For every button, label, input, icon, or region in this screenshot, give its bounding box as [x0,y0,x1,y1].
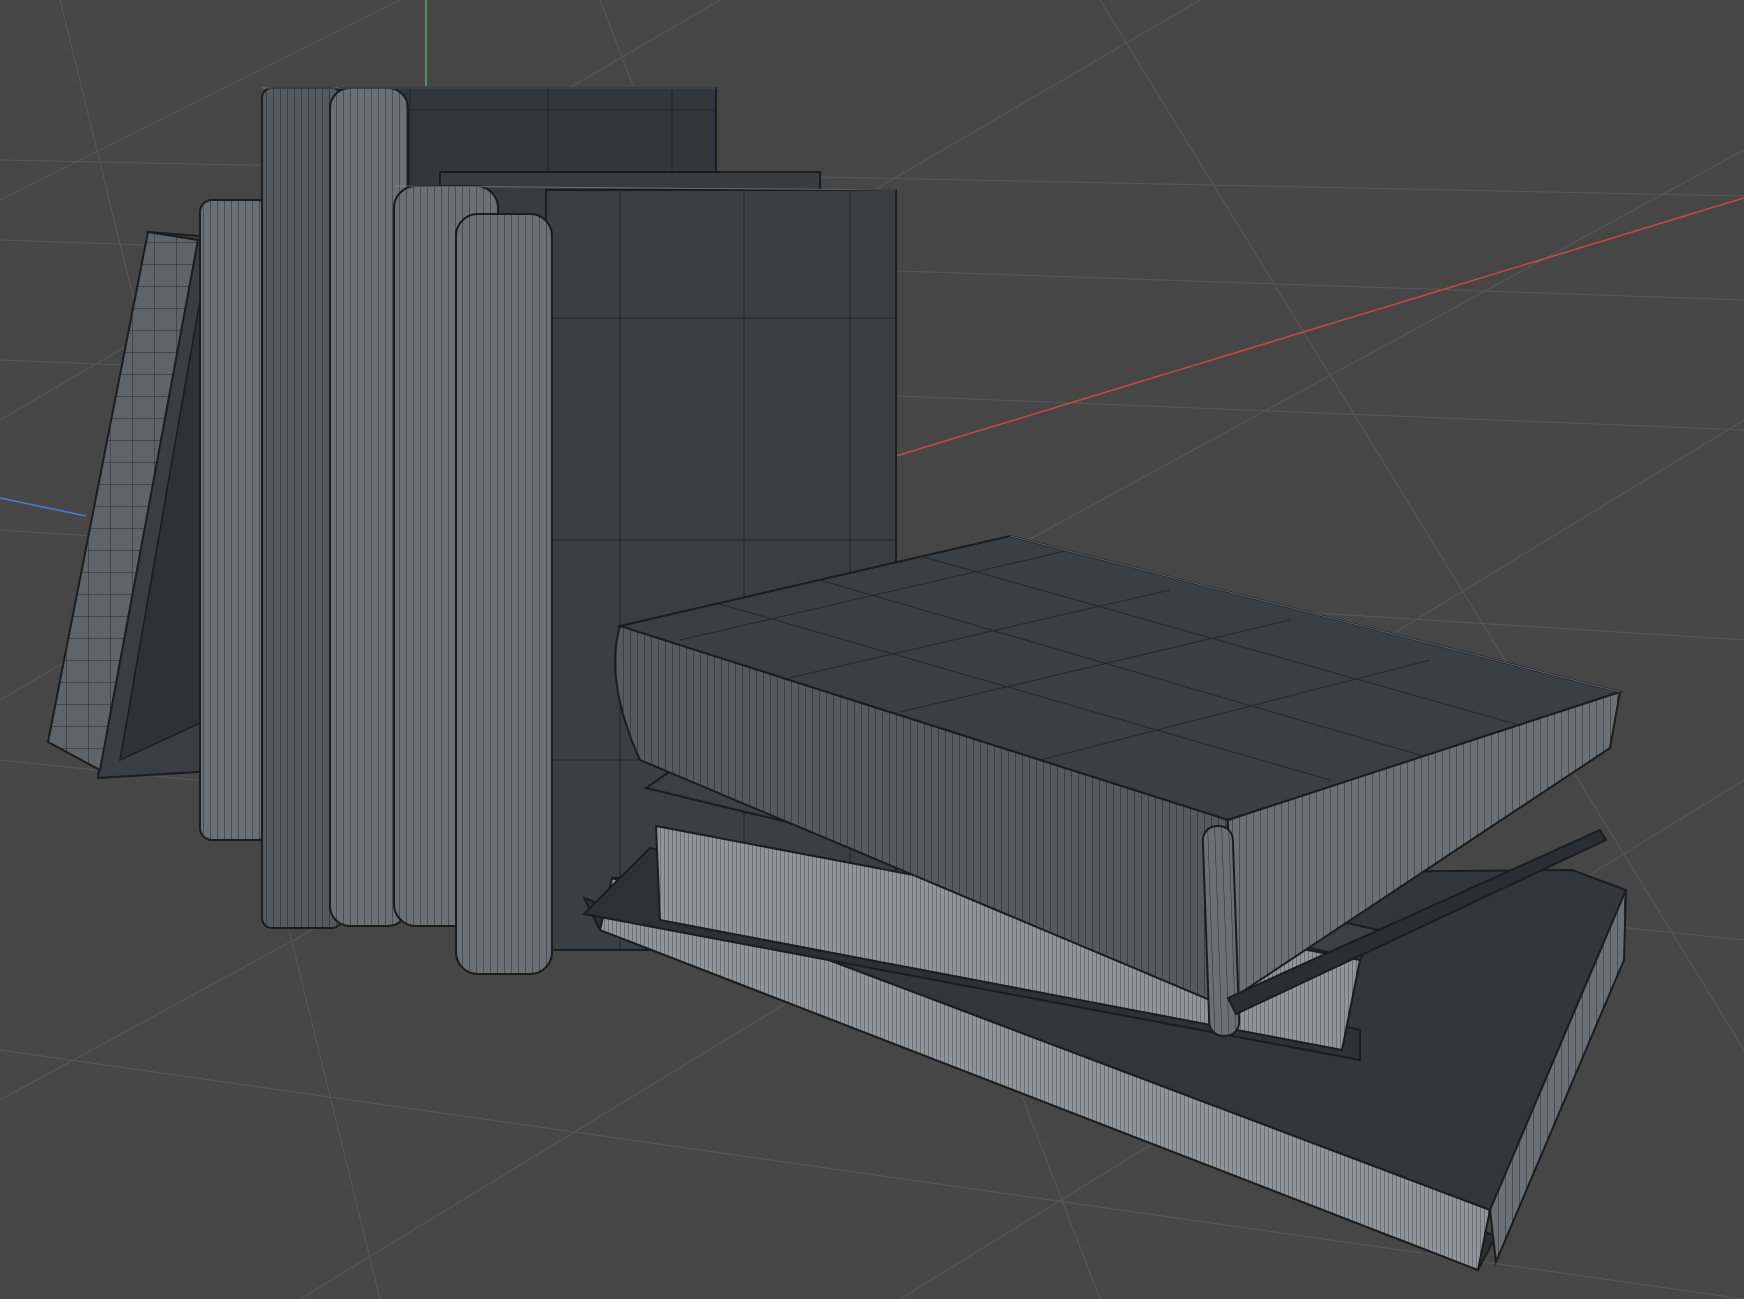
viewport-canvas[interactable] [0,0,1744,1299]
book-spine-2[interactable] [261,87,409,929]
3d-viewport[interactable] [0,0,1744,1299]
x-axis-line [895,197,1744,457]
z-axis-line [0,497,87,517]
